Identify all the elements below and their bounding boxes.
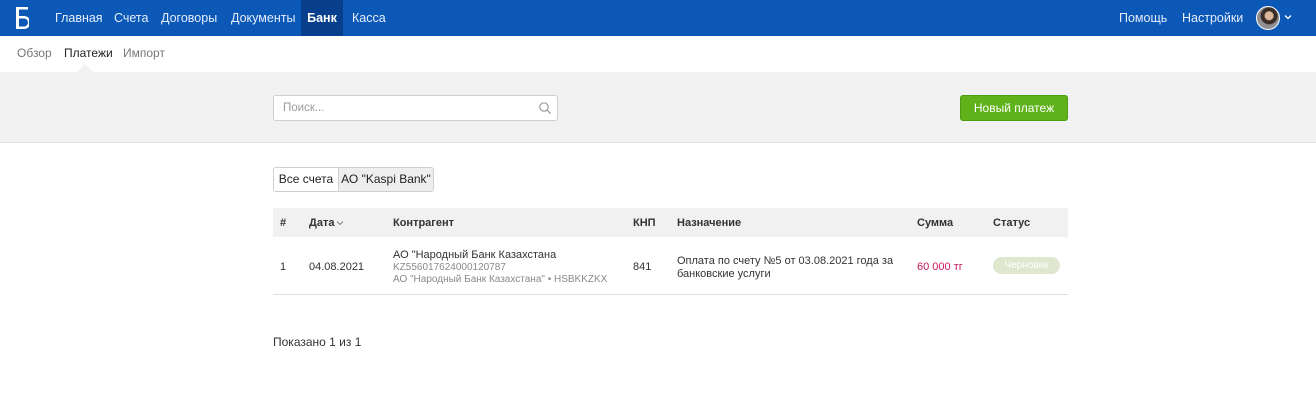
new-payment-button[interactable]: Новый платеж bbox=[960, 95, 1068, 121]
nav-cash[interactable]: Касса bbox=[352, 0, 386, 36]
sort-chevron-down-icon[interactable] bbox=[336, 219, 344, 227]
top-navbar: Главная Счета Договоры Документы Банк Ка… bbox=[0, 0, 1316, 36]
active-tab-pointer bbox=[77, 64, 93, 72]
header-status: Статус bbox=[993, 217, 1031, 229]
row-purpose-line1: Оплата по счету №5 от 03.08.2021 года за bbox=[677, 255, 894, 267]
logo-icon[interactable] bbox=[15, 7, 29, 29]
nav-documents[interactable]: Документы bbox=[231, 0, 295, 36]
row-num: 1 bbox=[280, 261, 287, 273]
header-purpose: Назначение bbox=[677, 217, 742, 229]
row-knp: 841 bbox=[633, 261, 652, 273]
header-counterparty: Контрагент bbox=[393, 217, 455, 229]
row-amount: 60 000 тг bbox=[917, 261, 963, 273]
nav-bank[interactable]: Банк bbox=[301, 0, 343, 36]
results-count: Показано 1 из 1 bbox=[273, 335, 362, 349]
subnav-import[interactable]: Импорт bbox=[123, 46, 165, 60]
toolbar-band bbox=[0, 72, 1316, 143]
filter-all-accounts[interactable]: Все счета bbox=[273, 167, 339, 192]
subnav-payments[interactable]: Платежи bbox=[64, 46, 113, 60]
nav-main[interactable]: Главная bbox=[55, 0, 103, 36]
header-date[interactable]: Дата bbox=[309, 217, 334, 229]
row-date: 04.08.2021 bbox=[309, 261, 365, 273]
nav-accounts[interactable]: Счета bbox=[114, 0, 148, 36]
row-purpose-line2: банковские услуги bbox=[677, 268, 771, 280]
search-icon[interactable] bbox=[538, 101, 552, 115]
avatar[interactable] bbox=[1256, 6, 1280, 30]
row-counterparty-name: АО "Народный Банк Казахстана bbox=[393, 249, 557, 261]
help-link[interactable]: Помощь bbox=[1119, 0, 1167, 36]
table-row[interactable]: 1 04.08.2021 АО "Народный Банк Казахстан… bbox=[273, 237, 1068, 295]
chevron-down-icon[interactable] bbox=[1283, 12, 1293, 22]
nav-contracts[interactable]: Договоры bbox=[161, 0, 217, 36]
settings-link[interactable]: Настройки bbox=[1182, 0, 1243, 36]
search-input[interactable] bbox=[274, 96, 529, 120]
subnav-overview[interactable]: Обзор bbox=[17, 46, 52, 60]
sub-navbar: Обзор Платежи Импорт bbox=[0, 36, 1316, 72]
filter-kaspi-bank[interactable]: АО "Kaspi Bank" bbox=[338, 167, 434, 192]
header-num: # bbox=[280, 217, 287, 229]
table-header: # Дата Контрагент КНП Назначение Сумма С… bbox=[273, 208, 1068, 237]
row-bank-info: АО "Народный Банк Казахстана" • HSBKKZKX bbox=[393, 274, 608, 285]
header-knp: КНП bbox=[633, 217, 656, 229]
search-box bbox=[273, 95, 558, 121]
row-account-number: KZ556017624000120787 bbox=[393, 262, 506, 273]
header-amount: Сумма bbox=[917, 217, 954, 229]
status-badge: Черновик bbox=[993, 257, 1060, 274]
